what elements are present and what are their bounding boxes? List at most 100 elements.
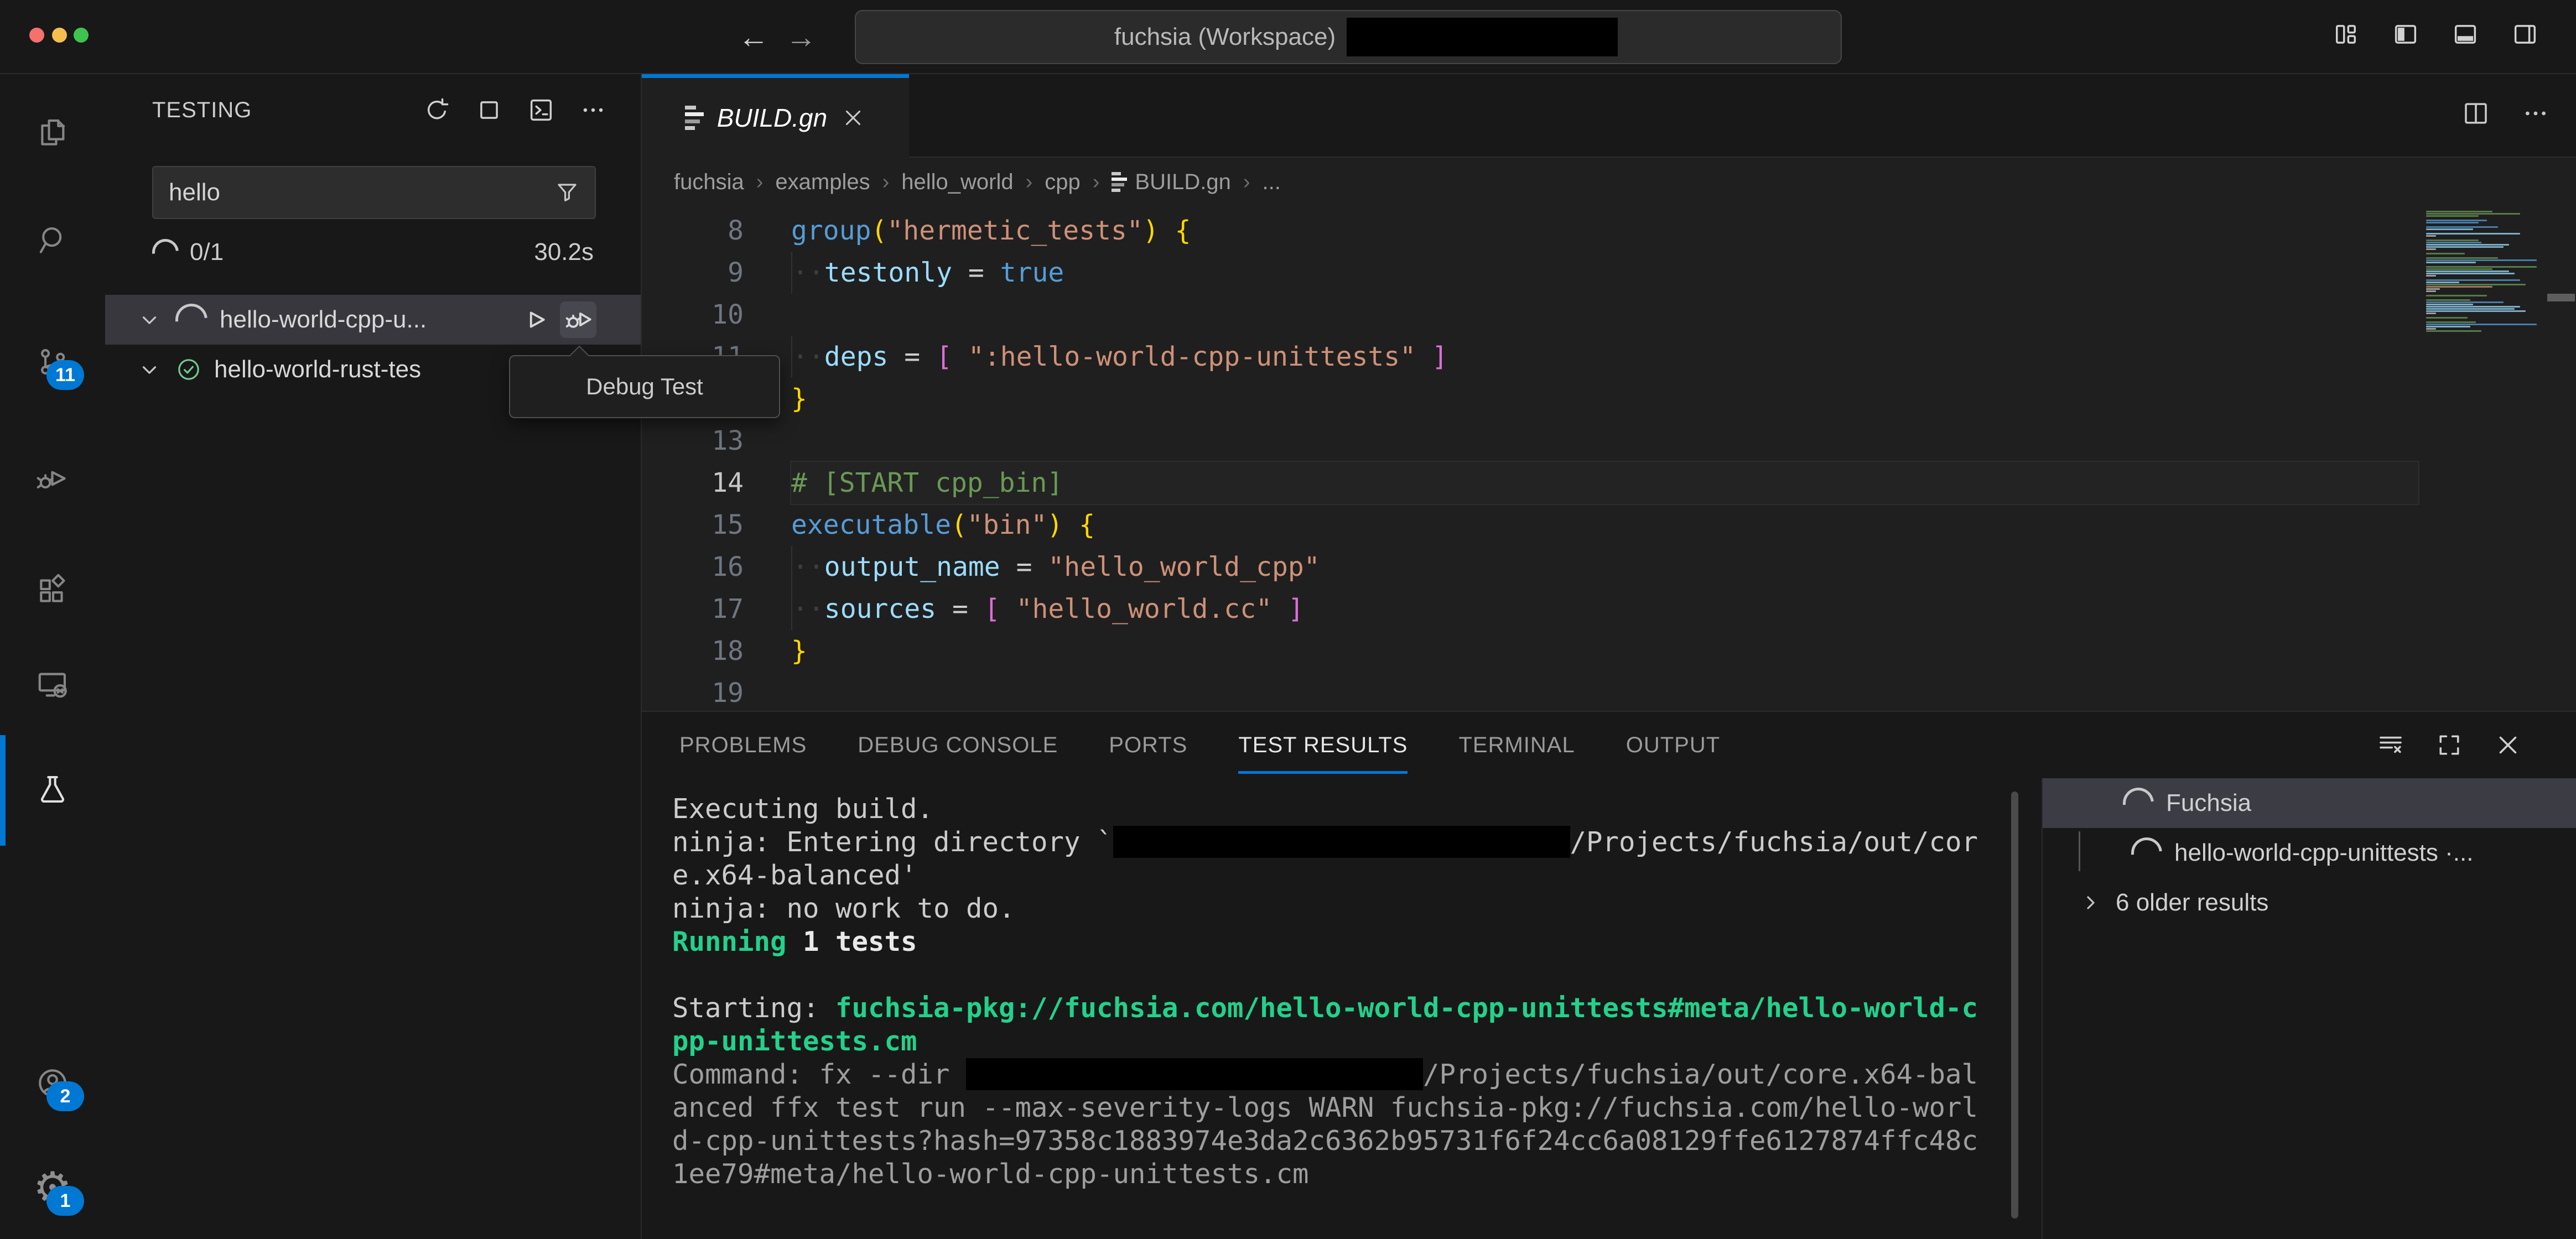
breadcrumb-item-helloworld[interactable]: hello_world <box>901 170 1013 195</box>
code-token: "hermetic_tests" <box>887 215 1142 246</box>
redacted-text <box>1113 826 1570 858</box>
minimap-line <box>2426 324 2537 325</box>
chevron-down-icon[interactable] <box>136 356 163 383</box>
panel-tab-test-results[interactable]: TEST RESULTS <box>1238 712 1408 778</box>
breadcrumb-item-[interactable]: ... <box>1263 170 1281 195</box>
breadcrumb-separator: › <box>882 170 890 194</box>
panel-tab-ports[interactable]: PORTS <box>1109 712 1187 778</box>
result-tree-row[interactable]: hello-world-cpp-unittests ·... <box>2043 828 2576 878</box>
close-icon[interactable] <box>840 105 866 131</box>
minimap-line <box>2426 304 2473 305</box>
code-line[interactable]: ··sources = [ "hello_world.cc" ] <box>791 588 2418 630</box>
more-editor-actions-button[interactable] <box>2521 98 2551 128</box>
panel-actions <box>2376 712 2523 778</box>
window-zoom-button[interactable] <box>74 28 89 43</box>
nav-forward-button[interactable]: → <box>779 12 823 61</box>
spinner-icon <box>2117 782 2160 825</box>
code-line[interactable]: } <box>791 630 2418 672</box>
nav-back-button[interactable]: ← <box>731 12 776 61</box>
minimap-line <box>2426 253 2465 254</box>
breadcrumb-label: examples <box>775 170 870 195</box>
activity-bar-item-extensions[interactable] <box>35 574 70 608</box>
code-token <box>1000 551 1016 582</box>
code-line[interactable]: executable("bin") { <box>791 504 2418 546</box>
code-line[interactable]: } <box>791 378 2418 420</box>
test-label: hello-world-cpp-u... <box>220 306 427 334</box>
panel-tab-terminal[interactable]: TERMINAL <box>1458 712 1575 778</box>
show-test-output-button[interactable] <box>527 96 555 124</box>
breadcrumb: fuchsia›examples›hello_world›cpp›BUILD.g… <box>642 158 2576 206</box>
stop-tests-button[interactable] <box>475 96 503 124</box>
toggle-panel-button[interactable] <box>2451 20 2480 49</box>
code-line[interactable]: group("hermetic_tests") { <box>791 210 2418 252</box>
editor-scrollbar[interactable] <box>2546 206 2576 710</box>
maximize-panel-button[interactable] <box>2434 730 2464 760</box>
minimap-line <box>2426 295 2487 296</box>
clear-output-button[interactable] <box>2376 730 2406 760</box>
code-line[interactable]: ··output_name = "hello_world_cpp" <box>791 546 2418 588</box>
more-actions-button[interactable] <box>579 96 607 124</box>
activity-bar-item-testing[interactable] <box>35 772 70 806</box>
result-tree-row[interactable]: Fuchsia <box>2043 778 2576 828</box>
editor-content[interactable]: group("hermetic_tests") {··testonly = tr… <box>791 210 2418 710</box>
code-editor[interactable]: 8910111213141516171819 group("hermetic_t… <box>642 206 2576 710</box>
search-icon <box>35 223 70 258</box>
code-line[interactable]: ··deps = [ ":hello-world-cpp-unittests" … <box>791 336 2418 378</box>
redacted-text <box>1347 18 1618 56</box>
command-center-label: fuchsia (Workspace) <box>1114 23 1336 51</box>
customize-layout-button[interactable] <box>2331 20 2360 49</box>
minimap[interactable] <box>2426 211 2545 332</box>
activity-bar-item-settings[interactable]: ⚙1 <box>35 1170 70 1205</box>
tab-build-gn[interactable]: BUILD.gn <box>642 74 909 158</box>
breadcrumb-item-cpp[interactable]: cpp <box>1045 170 1081 195</box>
test-filter-input[interactable] <box>153 179 554 206</box>
code-line[interactable] <box>791 672 2418 710</box>
code-token: = <box>1016 551 1032 582</box>
activity-bar-item-run-and-debug[interactable] <box>35 461 70 496</box>
output-text: pp-unittests.cm <box>672 1025 917 1057</box>
activity-bar-item-explorer[interactable] <box>35 116 70 150</box>
output-line: Starting: fuchsia-pkg://fuchsia.com/hell… <box>672 992 2042 1025</box>
breadcrumb-label: fuchsia <box>674 170 744 195</box>
code-line[interactable] <box>791 294 2418 336</box>
filter-icon[interactable] <box>554 179 580 206</box>
output-text: Running <box>672 926 787 957</box>
test-inline-actions <box>519 301 596 338</box>
result-label: 6 older results <box>2116 889 2268 917</box>
command-center-search[interactable]: fuchsia (Workspace) <box>855 10 1842 64</box>
chevron-down-icon[interactable] <box>136 306 163 334</box>
output-text: anced ffx test run --max-severity-logs W… <box>672 1092 1978 1123</box>
test-row[interactable]: hello-world-cpp-u... <box>105 295 641 345</box>
window-minimize-button[interactable] <box>52 28 67 43</box>
code-line[interactable] <box>791 420 2418 462</box>
toggle-secondary-sidebar-button[interactable] <box>2511 20 2539 49</box>
code-token: { <box>1079 509 1095 540</box>
panel-tab-problems[interactable]: PROBLEMS <box>679 712 807 778</box>
panel-tab-debug-console[interactable]: DEBUG CONSOLE <box>858 712 1058 778</box>
code-token: "hello_world_cpp" <box>1048 551 1320 582</box>
close-panel-button[interactable] <box>2493 730 2523 760</box>
code-line[interactable]: ··testonly = true <box>791 252 2418 294</box>
breadcrumb-item-fuchsia[interactable]: fuchsia <box>674 170 744 195</box>
breadcrumb-item-BUILDgn[interactable]: BUILD.gn <box>1112 170 1230 195</box>
breadcrumb-separator: › <box>1093 170 1100 194</box>
debug-test-button[interactable] <box>560 301 596 338</box>
minimap-line <box>2426 266 2537 268</box>
window-close-button[interactable] <box>29 28 44 43</box>
output-scrollbar[interactable] <box>2011 792 2018 1219</box>
activity-bar-item-remote-explorer[interactable] <box>35 668 70 702</box>
breadcrumb-item-examples[interactable]: examples <box>775 170 870 195</box>
activity-bar-item-source-control[interactable]: 11 <box>35 345 70 379</box>
panel-tab-output[interactable]: OUTPUT <box>1626 712 1720 778</box>
refresh-tests-button[interactable] <box>423 96 451 124</box>
activity-bar-item-search[interactable] <box>35 223 70 258</box>
minimap-line <box>2426 282 2459 283</box>
tooltip-label: Debug Test <box>586 373 703 400</box>
output-line: d-cpp-unittests?hash=97358c1883974e3da2c… <box>672 1125 2042 1158</box>
result-tree-row[interactable]: 6 older results <box>2043 878 2576 928</box>
run-test-button[interactable] <box>519 304 551 336</box>
code-line[interactable]: # [START cpp_bin] <box>791 462 2418 504</box>
split-editor-button[interactable] <box>2461 98 2491 128</box>
activity-bar-item-accounts[interactable]: 2 <box>35 1066 70 1100</box>
toggle-primary-sidebar-button[interactable] <box>2391 20 2420 49</box>
